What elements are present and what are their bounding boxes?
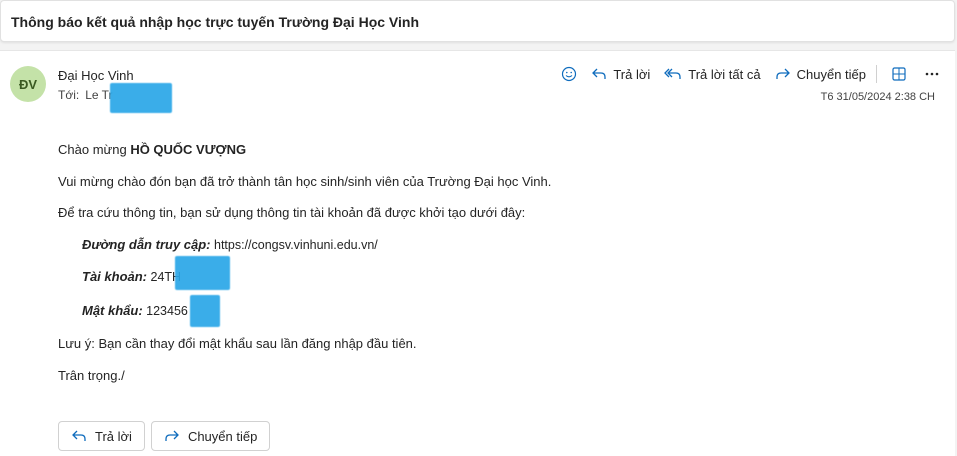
forward-button[interactable]: Chuyển tiếp bbox=[775, 66, 866, 82]
sender-name[interactable]: Đại Học Vinh bbox=[58, 68, 134, 83]
url-label: Đường dẫn truy cập: bbox=[82, 237, 211, 252]
quick-reply-bar: Trả lời Chuyển tiếp bbox=[58, 421, 276, 451]
immersive-reader-button[interactable] bbox=[891, 66, 907, 82]
student-name: HỒ QUỐC VƯỢNG bbox=[130, 142, 247, 157]
reply-all-button[interactable]: Trả lời tất cả bbox=[664, 66, 761, 82]
message-card: ĐV Đại Học Vinh Tới: Le Tr Trả lời Trả lờ… bbox=[0, 50, 955, 456]
reply-all-icon bbox=[664, 68, 681, 79]
subject-bar: Thông báo kết quả nhập học trực tuyến Tr… bbox=[0, 0, 955, 42]
to-label: Tới: bbox=[58, 88, 80, 102]
password-value: 123456 bbox=[146, 304, 188, 318]
redaction-password bbox=[190, 295, 220, 327]
forward-label: Chuyển tiếp bbox=[796, 66, 866, 82]
quick-reply-label: Trả lời bbox=[95, 428, 132, 444]
reply-icon bbox=[592, 68, 606, 79]
recipient-name[interactable]: Le Tr bbox=[85, 88, 112, 102]
closing-line: Trân trọng./ bbox=[58, 368, 125, 383]
url-line: Đường dẫn truy cập: https://congsv.vinhu… bbox=[82, 237, 378, 252]
forward-icon bbox=[775, 68, 790, 79]
lookup-paragraph: Để tra cứu thông tin, bạn sử dụng thông … bbox=[58, 205, 526, 220]
reply-button[interactable]: Trả lời bbox=[591, 66, 650, 82]
quick-forward-label: Chuyển tiếp bbox=[187, 428, 258, 444]
password-line: Mật khẩu: 123456 bbox=[82, 303, 188, 318]
quick-forward-button[interactable]: Chuyển tiếp bbox=[150, 421, 271, 451]
reply-icon bbox=[72, 430, 86, 441]
email-subject: Thông báo kết quả nhập học trực tuyến Tr… bbox=[11, 14, 419, 30]
emoji-react-button[interactable] bbox=[561, 66, 577, 82]
redaction-account bbox=[175, 256, 230, 290]
quick-reply-button[interactable]: Trả lời bbox=[58, 421, 145, 451]
more-icon bbox=[925, 72, 939, 76]
note-paragraph: Lưu ý: Bạn cần thay đổi mật khẩu sau lần… bbox=[58, 336, 417, 351]
password-label: Mật khẩu: bbox=[82, 303, 143, 318]
avatar[interactable]: ĐV bbox=[10, 66, 46, 102]
grid-view-icon bbox=[892, 67, 906, 81]
reply-label: Trả lời bbox=[613, 66, 651, 82]
timestamp: T6 31/05/2024 2:38 CH bbox=[820, 91, 935, 103]
portal-url[interactable]: https://congsv.vinhuni.edu.vn/ bbox=[214, 238, 378, 252]
redaction-recipient bbox=[110, 83, 172, 113]
smiley-icon bbox=[562, 66, 577, 82]
more-actions-button[interactable] bbox=[925, 66, 939, 82]
greeting-line: Chào mừng HỒ QUỐC VƯỢNG bbox=[58, 142, 246, 157]
forward-icon bbox=[165, 430, 179, 441]
account-line: Tài khoản: 24TH bbox=[82, 269, 181, 284]
recipient-line: Tới: Le Tr bbox=[58, 88, 113, 102]
message-toolbar: Trả lời Trả lời tất cả Chuyển tiếp bbox=[547, 63, 939, 85]
welcome-paragraph: Vui mừng chào đón bạn đã trở thành tân h… bbox=[58, 174, 552, 189]
reply-all-label: Trả lời tất cả bbox=[688, 66, 761, 82]
toolbar-divider bbox=[876, 65, 877, 83]
greeting-text: Chào mừng bbox=[58, 142, 127, 157]
account-label: Tài khoản: bbox=[82, 269, 148, 284]
